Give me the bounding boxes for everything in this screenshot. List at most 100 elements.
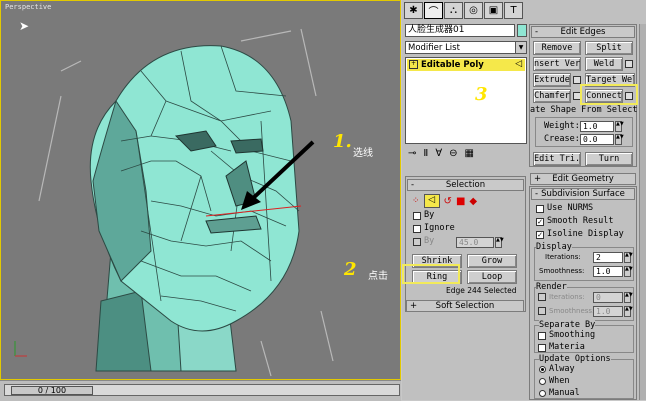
- show-end-result-icon[interactable]: Ⅱ: [423, 148, 435, 159]
- timeline-bar: 0 / 100: [0, 380, 401, 401]
- utilities-tab-icon[interactable]: T: [504, 2, 523, 19]
- head-mesh: [14, 28, 334, 377]
- subdivision-surface-rollout: - Subdivision Surface Use NURMS ✓ Smooth …: [529, 186, 637, 400]
- motion-tab-icon[interactable]: ◎: [464, 2, 483, 19]
- use-nurms-checkbox[interactable]: [536, 205, 544, 213]
- update-options-label: Update Options: [539, 354, 611, 364]
- selection-rollout-title[interactable]: - Selection: [407, 179, 524, 191]
- stack-toolbar: ⊸Ⅱ∀⊖▦: [408, 148, 526, 162]
- smoothness-label: Smoothness:: [539, 267, 585, 275]
- remove-modifier-icon[interactable]: ⊖: [449, 148, 464, 159]
- crease-spinner[interactable]: 0.0: [580, 134, 614, 145]
- insert-vertex-button[interactable]: nsert Verte: [533, 57, 581, 71]
- smoothness-spinner[interactable]: 1.0: [593, 266, 623, 277]
- chevron-down-icon[interactable]: ▼: [515, 42, 526, 53]
- smoothness-spinner-arrows[interactable]: ▲▼: [624, 266, 633, 277]
- time-slider[interactable]: 0 / 100: [4, 384, 400, 396]
- angle-spinner[interactable]: 45.0: [456, 237, 494, 248]
- make-unique-icon[interactable]: ∀: [435, 148, 449, 159]
- panel-scrollbar[interactable]: [639, 24, 646, 400]
- extrude-settings-icon[interactable]: [573, 76, 581, 84]
- weight-crease-group: Weight: 1.0 ▲▼ Crease: 0.0 ▲▼: [535, 117, 633, 147]
- subdivision-rollout-title[interactable]: - Subdivision Surface: [531, 188, 635, 200]
- isoline-display-checkbox[interactable]: ✓: [536, 231, 544, 239]
- chamfer-button[interactable]: Chamfer: [533, 89, 571, 103]
- update-options-group: Update Options Alway When Manual: [534, 354, 634, 399]
- weld-settings-icon[interactable]: [625, 60, 633, 68]
- element-icon[interactable]: ◆: [469, 196, 477, 207]
- weld-button[interactable]: Weld: [585, 57, 623, 71]
- by-angle-checkbox[interactable]: [413, 238, 421, 246]
- selection-status: Edge 244 Selected: [446, 286, 517, 295]
- iterations-spinner-arrows[interactable]: ▲▼: [624, 252, 633, 263]
- modifier-list-label: Modifier List: [408, 43, 460, 53]
- render-smoothness-arrows[interactable]: ▲▼: [624, 306, 633, 317]
- crease-spinner-arrows[interactable]: ▲▼: [615, 134, 624, 145]
- render-iterations-spinner[interactable]: 0: [593, 292, 623, 303]
- smooth-result-label: Smooth Result: [547, 216, 614, 226]
- edit-tri-button[interactable]: Edit Tri.: [533, 152, 581, 166]
- separate-materials-checkbox[interactable]: [538, 344, 546, 352]
- pin-stack-icon[interactable]: ⊸: [408, 148, 423, 159]
- object-color-swatch[interactable]: [517, 24, 527, 37]
- edit-geometry-rollout-title[interactable]: + Edit Geometry: [530, 173, 636, 185]
- iterations-label: Iterations:: [545, 253, 581, 261]
- ignore-backfacing-checkbox[interactable]: [413, 225, 421, 233]
- display-tab-icon[interactable]: ▣: [484, 2, 503, 19]
- connect-highlight-box: [580, 84, 638, 105]
- manual-label: Manual: [549, 388, 580, 398]
- edge-icon[interactable]: ◁: [423, 194, 440, 208]
- render-smoothness-label: Smoothness:: [549, 307, 595, 315]
- create-tab-icon[interactable]: ✱: [404, 2, 423, 19]
- loop-button[interactable]: Loop: [467, 270, 517, 284]
- separate-by-label: Separate By: [539, 320, 596, 330]
- by-angle-label: By: [424, 236, 435, 246]
- weight-spinner[interactable]: 1.0: [580, 121, 614, 132]
- hierarchy-tab-icon[interactable]: ⛬: [444, 2, 463, 19]
- configure-sets-icon[interactable]: ▦: [465, 148, 481, 159]
- separate-smoothing-checkbox[interactable]: [538, 332, 546, 340]
- manual-radio[interactable]: [539, 390, 546, 397]
- turn-button[interactable]: Turn: [585, 152, 633, 166]
- modify-tab-icon[interactable]: ⌒: [424, 2, 443, 19]
- annotation-step2-text: 点击: [368, 271, 388, 282]
- render-iterations-label: Iterations:: [549, 293, 585, 301]
- soft-selection-rollout-title[interactable]: + Soft Selection: [406, 300, 524, 312]
- render-smoothness-checkbox[interactable]: [538, 307, 546, 315]
- sub-object-edge-icon: ◁: [515, 59, 522, 69]
- isoline-display-label: Isoline Display: [547, 229, 624, 239]
- time-slider-thumb[interactable]: 0 / 100: [11, 386, 93, 395]
- border-icon[interactable]: ↺: [444, 196, 452, 207]
- angle-spinner-arrows[interactable]: ▲▼: [495, 237, 504, 248]
- grow-button[interactable]: Grow: [467, 254, 517, 268]
- split-button[interactable]: Split: [585, 41, 633, 55]
- always-radio[interactable]: [539, 366, 546, 373]
- stack-item-editable-poly[interactable]: + Editable Poly ◁: [407, 59, 525, 71]
- remove-button[interactable]: Remove: [533, 41, 581, 55]
- iterations-spinner[interactable]: 2: [593, 252, 623, 263]
- expand-icon[interactable]: +: [409, 60, 418, 69]
- always-label: Alway: [549, 364, 575, 374]
- smooth-result-checkbox[interactable]: ✓: [536, 218, 544, 226]
- annotation-step1-number: 1.: [333, 131, 352, 152]
- extrude-button[interactable]: Extrude: [533, 73, 571, 87]
- modifier-list-dropdown[interactable]: Modifier List ▼: [405, 41, 527, 54]
- when-rendering-radio[interactable]: [539, 378, 546, 385]
- perspective-viewport[interactable]: Perspective 1. 选线 2 点击 ➤: [0, 0, 401, 380]
- render-iterations-checkbox[interactable]: [538, 293, 546, 301]
- polygon-icon[interactable]: ■: [456, 196, 465, 207]
- object-name-field[interactable]: 人脸生成器01: [405, 24, 515, 37]
- weight-spinner-arrows[interactable]: ▲▼: [615, 121, 624, 132]
- when-rendering-label: When: [549, 376, 570, 386]
- create-shape-button[interactable]: ate Shape From Select: [530, 105, 637, 115]
- stack-item-label: Editable Poly: [421, 60, 484, 70]
- display-group: Display Iterations: 2 ▲▼ Smoothness: 1.0…: [534, 242, 634, 281]
- by-vertex-checkbox[interactable]: [413, 212, 421, 220]
- render-smoothness-spinner[interactable]: 1.0: [593, 306, 623, 317]
- render-iterations-arrows[interactable]: ▲▼: [624, 292, 633, 303]
- edit-edges-rollout-title[interactable]: - Edit Edges: [531, 26, 635, 38]
- vertex-icon[interactable]: ⁘: [412, 196, 420, 206]
- sub-object-level-icons: ⁘ ◁ ↺ ■ ◆: [412, 194, 520, 208]
- separate-materials-label: Materia: [549, 342, 585, 352]
- command-panel-tabs: ✱ ⌒ ⛬ ◎ ▣ T: [404, 2, 523, 19]
